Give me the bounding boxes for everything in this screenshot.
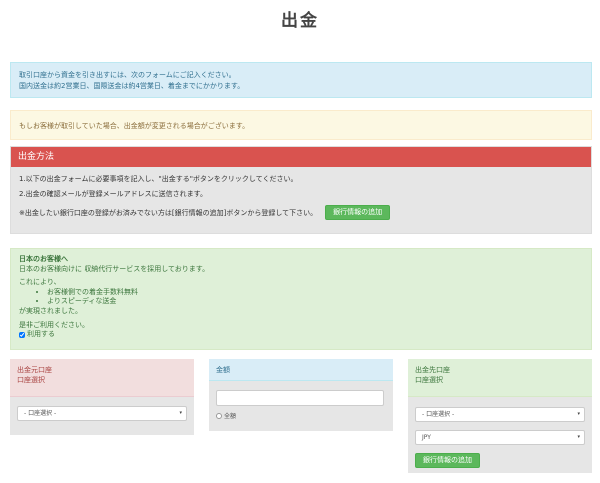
source-account-select-value: - 口座選択 - (24, 410, 57, 417)
warning-alert: もしお客様が取引していた場合、出金額が変更される場合がございます。 (10, 110, 592, 140)
currency-select[interactable]: JPY ▾ (415, 430, 585, 445)
japan-cta: 是非ご利用ください。 (19, 320, 89, 329)
destination-account-select-value: - 口座選択 - (422, 411, 455, 418)
method-step-1: 1.以下の出金フォームに必要事項を記入し、"出金する"ボタンをクリックしてくださ… (19, 175, 298, 183)
dest-add-bank-info-button[interactable]: 銀行情報の追加 (415, 453, 480, 468)
info-alert: 取引口座から資金を引き出すには、次のフォームにご記入ください。 国内送金は約2営… (10, 62, 592, 98)
caret-icon: ▾ (577, 411, 580, 417)
source-account-heading-block: 出金元口座 口座選択 (10, 359, 194, 397)
amount-input[interactable] (216, 390, 384, 406)
source-account-heading: 出金元口座 (17, 366, 52, 374)
amount-heading: 金額 (216, 366, 230, 374)
use-service-checkbox[interactable] (19, 331, 25, 338)
use-service-checkbox-label[interactable]: 利用する (19, 330, 583, 340)
destination-account-heading-block: 出金先口座 口座選択 (408, 359, 592, 397)
caret-icon: ▾ (577, 434, 580, 440)
destination-account-panel: 出金先口座 口座選択 - 口座選択 - ▾ JPY ▾ 銀行情報の追加 (408, 359, 592, 473)
destination-account-heading: 出金先口座 (415, 366, 450, 374)
japan-intro: 日本のお客様向けに 収納代行サービスを採用しております。 (19, 264, 210, 273)
all-amount-label: 全額 (224, 413, 237, 420)
page-title: 出金 (281, 11, 319, 31)
destination-account-sub: 口座選択 (415, 376, 443, 384)
all-amount-radio[interactable]: 全額 (216, 411, 236, 420)
japan-lead: これにより、 (19, 278, 61, 287)
japan-notice: 日本のお客様へ 日本のお客様向けに 収納代行サービスを採用しております。 これに… (10, 248, 592, 350)
japan-heading: 日本のお客様へ (19, 255, 68, 263)
source-account-sub: 口座選択 (17, 376, 45, 384)
radio-icon[interactable] (216, 412, 222, 419)
info-line-1: 取引口座から資金を引き出すには、次のフォームにご記入ください。 (19, 71, 236, 79)
method-note: ※出金したい銀行口座の登録がお済みでない方は[銀行情報の追加]ボタンから登録して… (19, 208, 318, 217)
currency-select-value: JPY (422, 434, 431, 441)
japan-benefits-list: お客様側での着金手数料無料 よりスピーディな送金 (47, 288, 583, 307)
warning-text: もしお客様が取引していた場合、出金額が変更される場合がございます。 (19, 122, 250, 130)
withdrawal-method-panel: 出金方法 1.以下の出金フォームに必要事項を記入し、"出金する"ボタンをクリック… (10, 146, 592, 234)
amount-heading-block: 金額 (209, 359, 393, 381)
method-note-row: ※出金したい銀行口座の登録がお済みでない方は[銀行情報の追加]ボタンから登録して… (19, 205, 583, 220)
withdrawal-method-heading: 出金方法 (11, 147, 591, 167)
method-step-2: 2.出金の確認メールが登録メールアドレスに送信されます。 (19, 190, 207, 198)
source-account-select[interactable]: - 口座選択 - ▾ (17, 406, 187, 421)
info-line-2: 国内送金は約2営業日、国際送金は約4営業日、着金までにかかります。 (19, 82, 245, 90)
source-account-panel: 出金元口座 口座選択 - 口座選択 - ▾ (10, 359, 194, 435)
caret-icon: ▾ (179, 410, 182, 416)
withdrawal-method-body: 1.以下の出金フォームに必要事項を記入し、"出金する"ボタンをクリックしてくださ… (11, 167, 591, 220)
amount-panel: 金額 全額 (209, 359, 393, 431)
use-service-label: 利用する (27, 330, 55, 339)
list-item: お客様側での着金手数料無料 (47, 288, 583, 298)
destination-account-select[interactable]: - 口座選択 - ▾ (415, 407, 585, 422)
add-bank-info-button[interactable]: 銀行情報の追加 (325, 205, 391, 220)
list-item: よりスピーディな送金 (47, 297, 583, 307)
japan-realized: が実現されました。 (19, 306, 82, 315)
